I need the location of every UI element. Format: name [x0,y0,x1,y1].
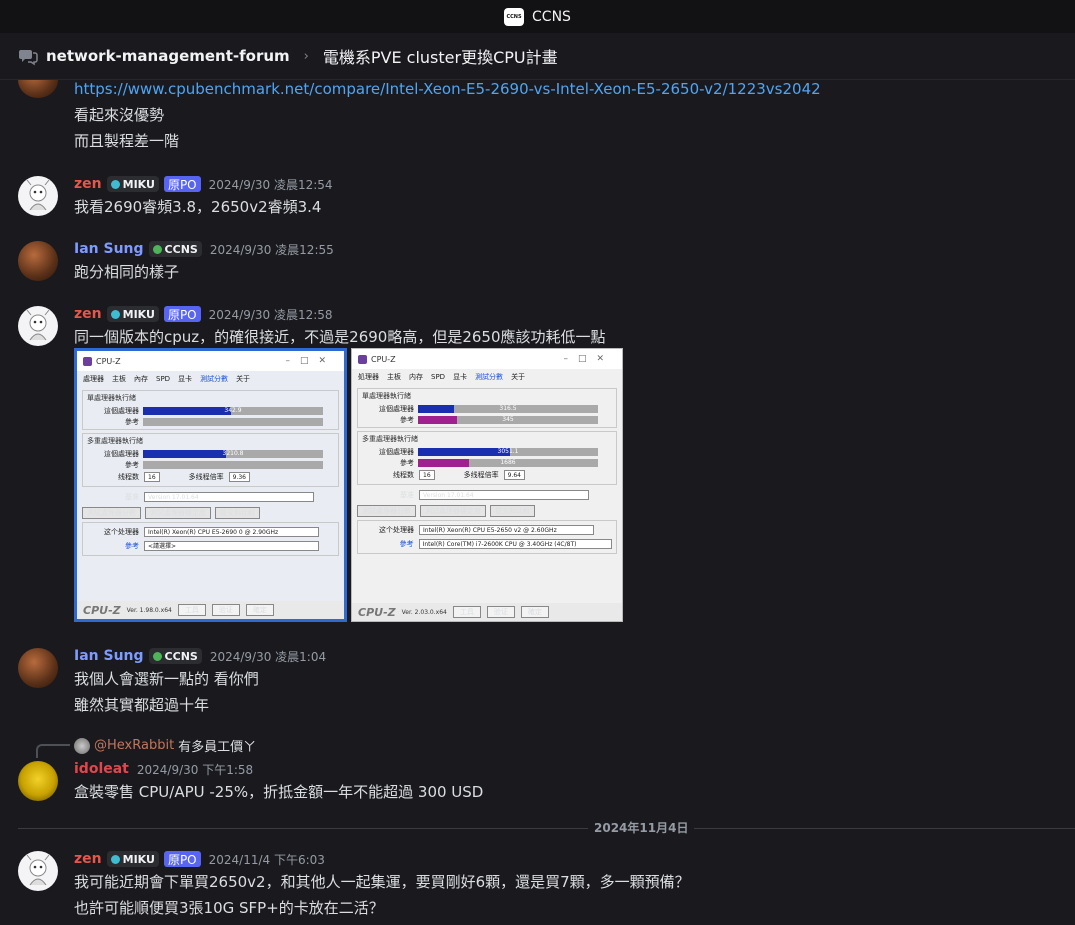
cpu-info-group: 这个处理器 Intel(R) Xeon(R) CPU E5-2650 v2 @ 2… [357,520,617,554]
author-name[interactable]: zen [74,306,102,322]
leaf-icon [152,651,162,661]
op-badge: 原PO [163,306,201,322]
reply-preview[interactable]: @HexRabbit 有多員工價ㄚ [74,736,256,755]
author-name[interactable]: Ian Sung [74,648,144,664]
author-name[interactable]: zen [74,176,102,192]
cpuz-screenshot-2650v2[interactable]: CPU-Z –□✕ 処理器 主板 内存 SPD 显卡 測試分數 关于 單處理器執行緒 這個處理… [351,348,623,622]
reply-text: 有多員工價ㄚ [178,740,257,755]
thread-title: 電機系PVE cluster更換CPU計畫 [322,48,558,67]
avatar[interactable] [18,648,58,688]
cpuz-tabs: 処理器 主板 内存 SPD 显卡 測試分數 关于 [358,373,526,381]
single-thread-group: 單處理器執行緒 這個處理器 316.5 參考 345 [357,388,617,428]
message-text: 我看2690睿頻3.8，2650v2睿頻3.4 [74,198,322,216]
cpu-info-group: 这个处理器 Intel(R) Xeon(R) CPU E5-2690 0 @ 2.… [82,522,339,556]
op-badge: 原PO [163,176,201,192]
timestamp[interactable]: 2024/9/30 凌晨12:55 [210,241,334,258]
multi-thread-group: 多重處理器執行緒 這個處理器 3051.1 參考 1686 线程数 16 多线程倍率 9.… [357,431,617,485]
reply-connector [36,744,70,758]
timestamp[interactable]: 2024/9/30 下午1:58 [137,761,253,778]
avatar[interactable] [18,306,58,346]
message-link[interactable]: https://www.cpubenchmark.net/compare/Int… [74,80,821,98]
message-text: 也許可能順便買3張10G SFP+的卡放在二活？ [74,899,384,917]
timestamp[interactable]: 2024/9/30 凌晨1:04 [210,648,326,665]
message-text: 同一個版本的cpuz，的確很接近，不過是2690略高，但是2650應該功耗低一點 [74,328,606,346]
window-controls-icon: –□✕ [285,356,336,366]
message-text: 而且製程差一階 [74,132,180,150]
timestamp[interactable]: 2024/9/30 凌晨12:54 [209,176,333,193]
multi-thread-group: 多重處理器執行緒 這個處理器 3210.8 參考 线程数 16 多线程倍率 9.36 [82,433,339,487]
op-badge: 原PO [163,851,201,867]
message-text: 盒裝零售 CPU/APU -25%，折抵金額一年不能超過 300 USD [74,783,484,801]
cpuz-app-icon [83,356,92,366]
heart-icon [110,854,120,864]
image-attachments: CPU-Z –□✕ 處理器 主板 內存 SPD 显卡 測試分數 关于 單處理器執行緒 這個處理… [74,348,624,622]
message-text: 跑分相同的樣子 [74,263,180,281]
avatar[interactable] [18,241,58,281]
author-name[interactable]: Ian Sung [74,241,144,257]
guild-tag[interactable]: CCNS [148,241,202,257]
avatar[interactable] [18,851,58,891]
avatar[interactable] [18,176,58,216]
reply-avatar [74,737,90,754]
date-divider-label: 2024年11月4日 [588,819,695,836]
forum-channel-icon[interactable] [18,46,38,66]
timestamp[interactable]: 2024/9/30 凌晨12:58 [209,306,333,323]
guild-tag[interactable]: CCNS [148,648,202,664]
window-controls-icon: –□✕ [563,354,614,364]
leaf-icon [152,244,162,254]
avatar[interactable] [18,761,58,801]
author-name[interactable]: idoleat [74,761,129,777]
cpuz-screenshot-2690[interactable]: CPU-Z –□✕ 處理器 主板 內存 SPD 显卡 測試分數 关于 單處理器執行緒 這個處理… [74,348,347,622]
cpuz-tabs: 處理器 主板 內存 SPD 显卡 測試分數 关于 [83,375,251,383]
thread-header: network-management-forum › 電機系PVE cluste… [0,33,1075,80]
message-list: https://www.cpubenchmark.net/compare/Int… [0,0,1075,925]
date-divider [18,828,1075,829]
timestamp[interactable]: 2024/11/4 下午6:03 [209,851,325,868]
message-text: 我可能近期會下單買2650v2，和其他人一起集運，要買剛好6顆，還是買7顆，多一… [74,873,690,891]
reply-author[interactable]: @HexRabbit [94,738,174,753]
channel-name[interactable]: network-management-forum [46,47,290,65]
message-text: 我個人會選新一點的 看你們 [74,670,259,688]
author-name[interactable]: zen [74,851,102,867]
breadcrumb-separator: › [303,48,309,64]
guild-tag[interactable]: MIKU [106,851,159,867]
guild-tag[interactable]: MIKU [106,176,159,192]
heart-icon [110,179,120,189]
cpuz-app-icon [358,354,367,364]
single-thread-group: 單處理器執行緒 這個處理器 342.9 參考 [82,390,339,430]
message-text: 看起來沒優勢 [74,106,165,124]
heart-icon [110,309,120,319]
guild-tag[interactable]: MIKU [106,306,159,322]
message-text: 雖然其實都超過十年 [74,696,210,714]
